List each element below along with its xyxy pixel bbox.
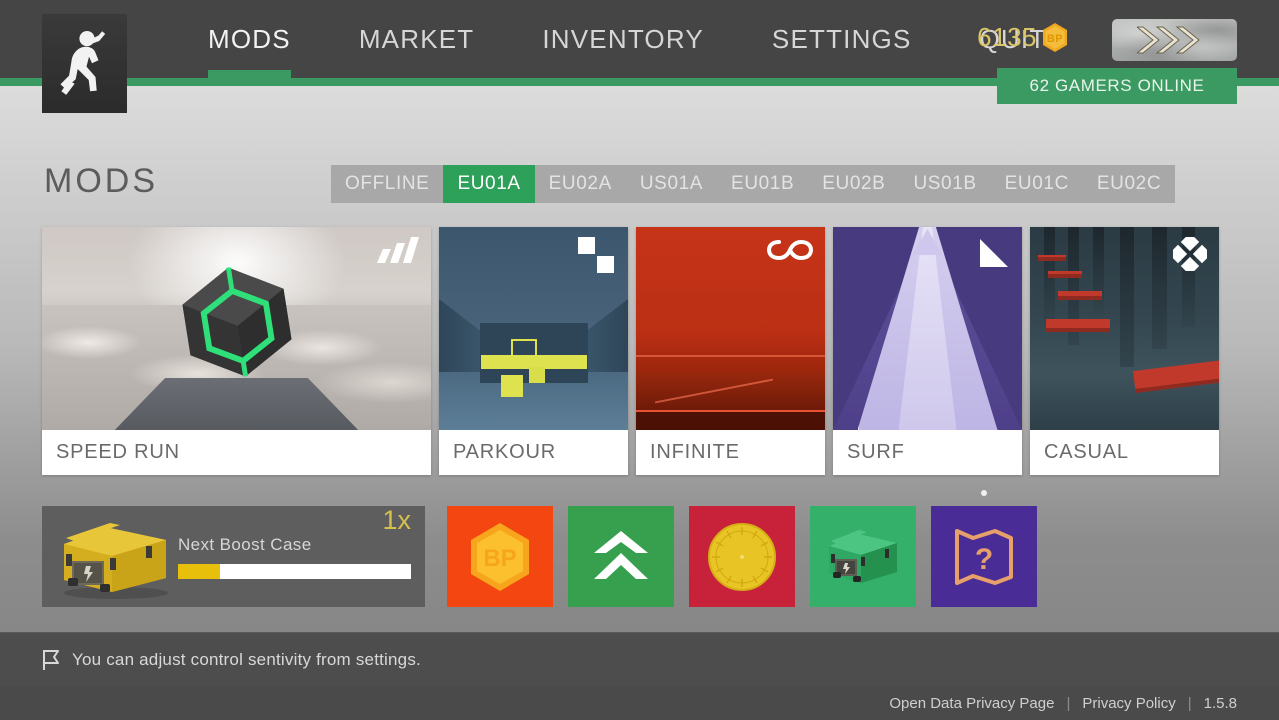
privacy-policy-link[interactable]: Privacy Policy [1070, 695, 1187, 712]
platform-near [1133, 359, 1219, 393]
online-players-badge: 62 GAMERS ONLINE [997, 68, 1237, 104]
mode-card-art-casual [1030, 227, 1219, 430]
tip-bar: You can adjust control sentivity from se… [0, 632, 1279, 686]
mode-badge-parkour [578, 237, 616, 280]
yellow-case-icon [50, 514, 178, 600]
yellow-case-icon-graphic [64, 522, 168, 599]
map-question-icon: ? [955, 528, 1013, 585]
server-tab-eu01c[interactable]: EU01C [991, 165, 1083, 203]
boost-progress-area: 1x Next Boost Case [178, 505, 425, 579]
server-tab-eu01b[interactable]: EU01B [717, 165, 808, 203]
mystery-map-tile[interactable]: ? [931, 490, 1037, 607]
two-squares-icon [578, 237, 614, 273]
running-man-logo[interactable] [42, 14, 127, 113]
main-navigation: MODS MARKET INVENTORY SETTINGS QUIT [200, 0, 1080, 78]
scene-deck [636, 412, 825, 430]
boost-title: Next Boost Case [178, 534, 312, 554]
mode-card-label-casual: CASUAL [1030, 430, 1219, 475]
svg-text:BP: BP [483, 545, 516, 572]
server-tab-offline[interactable]: OFFLINE [331, 165, 443, 203]
mode-badge-casual [1168, 232, 1212, 276]
pillar-4 [1120, 227, 1134, 367]
scene-line-bottom [636, 410, 825, 412]
green-case-icon [829, 529, 897, 583]
infinity-icon [766, 239, 814, 261]
mode-card-art-parkour [439, 227, 628, 430]
mode-card-art-speed-run [42, 227, 431, 430]
double-chevron-up-icon [594, 530, 648, 579]
pillar-3 [1093, 227, 1104, 315]
rank-chevrons-badge-icon [1136, 26, 1200, 54]
open-data-privacy-page-link[interactable]: Open Data Privacy Page [877, 695, 1066, 712]
spin-wheel-icon [708, 522, 776, 591]
upgrade-tile[interactable] [568, 506, 674, 607]
mode-badge-infinite [766, 237, 814, 268]
mode-card-speed-run[interactable]: SPEED RUN [42, 227, 431, 475]
action-tiles: BP ? [447, 490, 1037, 607]
svg-text:?: ? [975, 543, 993, 576]
platform-c [529, 367, 545, 383]
server-tab-us01a[interactable]: US01A [626, 165, 717, 203]
platform-mid [1046, 319, 1110, 332]
platform-far-2 [1048, 271, 1082, 278]
avatar[interactable] [1112, 19, 1237, 61]
tip-text: You can adjust control sentivity from se… [72, 649, 421, 669]
mode-card-label-infinite: INFINITE [636, 430, 825, 475]
scene-line-top [636, 355, 825, 357]
boost-multiplier: 1x [382, 504, 411, 535]
platform-a [511, 339, 537, 357]
pillar-5 [1152, 227, 1167, 349]
game-mode-cards: SPEED RUN PARKOUR INFINITE SURF CASUAL [42, 227, 1237, 475]
bp-hexagon-icon: BP [471, 522, 529, 591]
platform-far-1 [1038, 255, 1066, 261]
cube-graphic [181, 267, 292, 377]
footer-bar: Open Data Privacy Page | Privacy Policy … [0, 686, 1279, 720]
server-tab-eu02b[interactable]: EU02B [808, 165, 899, 203]
notification-dot [981, 490, 987, 496]
scene-block [636, 374, 825, 410]
battle-pass-tile[interactable]: BP [447, 506, 553, 607]
page-title: MODS [44, 162, 158, 200]
mode-badge-speed-run [371, 237, 419, 268]
mode-card-infinite[interactable]: INFINITE [636, 227, 825, 475]
nav-item-market[interactable]: MARKET [325, 0, 509, 78]
platform-d [501, 375, 523, 397]
mode-card-casual[interactable]: CASUAL [1030, 227, 1219, 475]
server-tab-eu02a[interactable]: EU02A [535, 165, 626, 203]
mode-card-art-infinite [636, 227, 825, 430]
mode-card-parkour[interactable]: PARKOUR [439, 227, 628, 475]
currency-display[interactable]: 6135 BP [977, 22, 1069, 53]
server-tab-eu01a[interactable]: EU01A [443, 165, 535, 203]
case-tile[interactable] [810, 506, 916, 607]
running-man-logo-icon [60, 30, 105, 95]
mode-card-label-parkour: PARKOUR [439, 430, 628, 475]
bp-hexagon-icon: BP [1043, 23, 1067, 52]
server-tab-eu02c[interactable]: EU02C [1083, 165, 1175, 203]
nav-item-inventory[interactable]: INVENTORY [508, 0, 738, 78]
next-boost-case-panel[interactable]: 1x Next Boost Case [42, 505, 425, 607]
mode-card-art-surf [833, 227, 1022, 430]
currency-amount: 6135 [977, 22, 1037, 52]
mode-card-label-surf: SURF [833, 430, 1022, 475]
platform-far-3 [1058, 291, 1102, 300]
mode-badge-surf [978, 237, 1010, 274]
triangle-icon [980, 239, 1008, 267]
boost-progress-fill [178, 563, 220, 579]
wheel-tile[interactable] [689, 506, 795, 607]
version-label: 1.5.8 [1203, 694, 1237, 712]
flag-icon [42, 649, 60, 671]
mode-card-surf[interactable]: SURF [833, 227, 1022, 475]
nav-item-mods[interactable]: MODS [200, 0, 325, 78]
four-diamonds-icon [1168, 232, 1212, 276]
server-tabs: OFFLINE EU01A EU02A US01A EU01B EU02B US… [331, 165, 1176, 203]
nav-item-settings[interactable]: SETTINGS [738, 0, 946, 78]
mode-card-label-speed-run: SPEED RUN [42, 430, 431, 475]
game-launcher-screen: MODS MARKET INVENTORY SETTINGS QUIT 6135… [0, 0, 1279, 720]
svg-text:BP: BP [1047, 33, 1063, 45]
three-bars-icon [377, 237, 419, 263]
server-tab-us01b[interactable]: US01B [899, 165, 990, 203]
flag-icon-graphic [43, 649, 59, 670]
boost-progress-track [178, 563, 411, 579]
